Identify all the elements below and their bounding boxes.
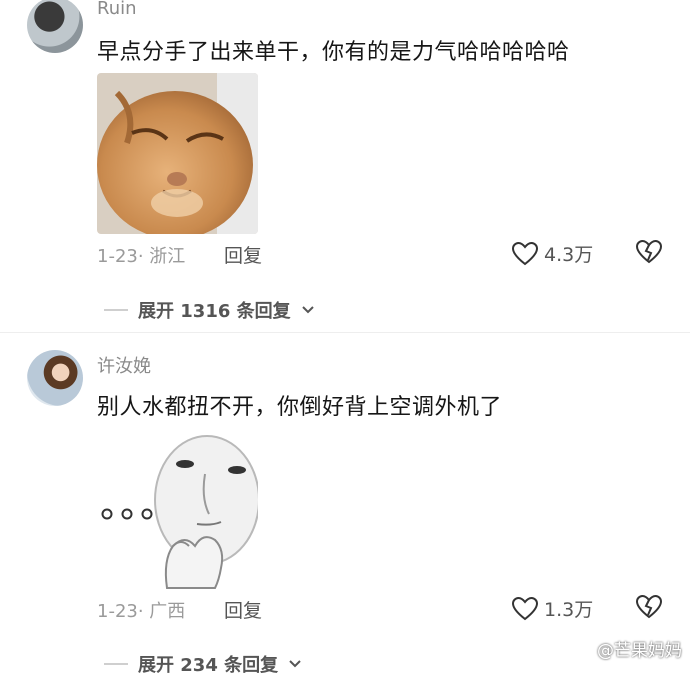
like-button[interactable]: 4.3万: [512, 240, 593, 267]
dislike-button[interactable]: [635, 594, 663, 623]
comment-text: 早点分手了出来单干，你有的是力气哈哈哈哈哈: [97, 40, 570, 65]
expand-replies-label: 展开 1316 条回复: [138, 301, 291, 322]
heart-icon: [512, 241, 538, 265]
divider-dash: [104, 309, 128, 311]
cat-sticker-image[interactable]: [97, 73, 258, 234]
broken-heart-icon: [635, 594, 663, 619]
dislike-button[interactable]: [635, 239, 663, 268]
expand-replies-button[interactable]: 展开 1316 条回复: [104, 297, 315, 323]
weibo-logo-icon: [573, 641, 592, 657]
expand-replies-button[interactable]: 展开 234 条回复: [104, 651, 302, 677]
like-count: 4.3万: [544, 244, 594, 266]
chevron-down-icon: [301, 306, 314, 314]
heart-icon: [512, 596, 538, 620]
divider: [0, 332, 690, 333]
avatar[interactable]: [27, 350, 83, 406]
date-location: 1-23· 浙江: [97, 246, 186, 267]
watermark: @芒果妈妈: [573, 636, 682, 661]
like-button[interactable]: 1.3万: [512, 595, 593, 622]
divider-dash: [104, 663, 128, 665]
reply-button[interactable]: 回复: [224, 241, 262, 268]
username[interactable]: Ruin: [97, 0, 137, 19]
reply-button[interactable]: 回复: [224, 596, 262, 623]
watermark-text: @芒果妈妈: [597, 641, 682, 661]
chevron-down-icon: [289, 660, 301, 668]
avatar[interactable]: [27, 0, 83, 53]
thinking-face-icon: [97, 428, 258, 589]
username[interactable]: 许汝娩: [97, 352, 151, 378]
comment-text: 别人水都扭不开，你倒好背上空调外机了: [97, 395, 503, 420]
expand-replies-label: 展开 234 条回复: [138, 655, 279, 676]
cat-smiling-icon: [97, 73, 258, 234]
like-count: 1.3万: [544, 599, 594, 621]
date-location: 1-23· 广西: [97, 601, 186, 622]
broken-heart-icon: [635, 239, 663, 264]
thinking-sticker-image[interactable]: [97, 428, 258, 589]
